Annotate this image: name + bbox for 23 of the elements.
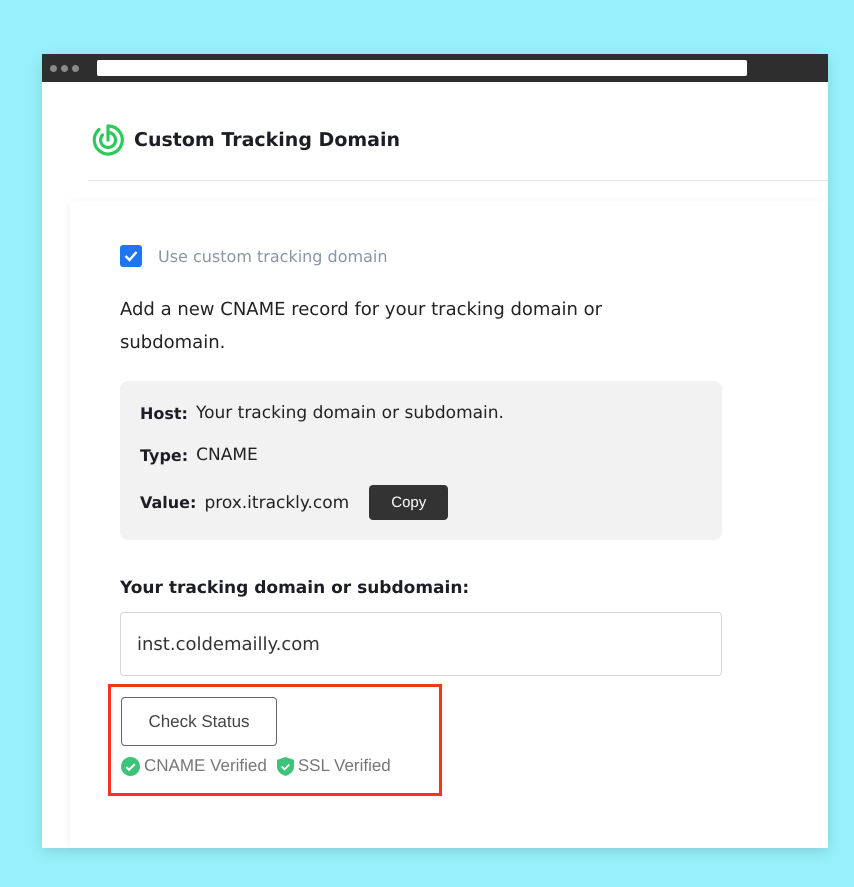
window-dot-icon — [61, 64, 68, 72]
record-label: Type: — [140, 446, 188, 464]
window-dot-icon — [72, 64, 79, 72]
record-label: Host: — [140, 404, 188, 422]
checkbox[interactable] — [120, 245, 142, 267]
status-text: SSL Verified — [298, 756, 391, 776]
instruction-text: Add a new CNAME record for your tracking domain or subdomain. — [120, 298, 604, 355]
check-status-button[interactable]: Check Status — [121, 697, 277, 746]
shield-check-icon — [276, 756, 294, 776]
check-circle-icon — [121, 756, 140, 776]
window-dot-icon — [50, 64, 57, 72]
record-value: prox.itrackly.com — [204, 492, 350, 512]
checkmark-icon — [124, 250, 138, 262]
record-label: Value: — [140, 493, 196, 512]
radar-logo-icon — [92, 124, 124, 156]
status-text: CNAME Verified — [144, 756, 267, 776]
page-title: Custom Tracking Domain — [134, 129, 400, 151]
checkbox-label: Use custom tracking domain — [158, 246, 388, 266]
domain-input-field[interactable]: inst.coldemailly.com — [120, 612, 722, 676]
record-value: CNAME — [196, 445, 258, 465]
copy-button[interactable]: Copy — [369, 485, 448, 520]
record-value: Your tracking domain or subdomain. — [196, 403, 504, 423]
field-label: Your tracking domain or subdomain: — [120, 578, 470, 598]
